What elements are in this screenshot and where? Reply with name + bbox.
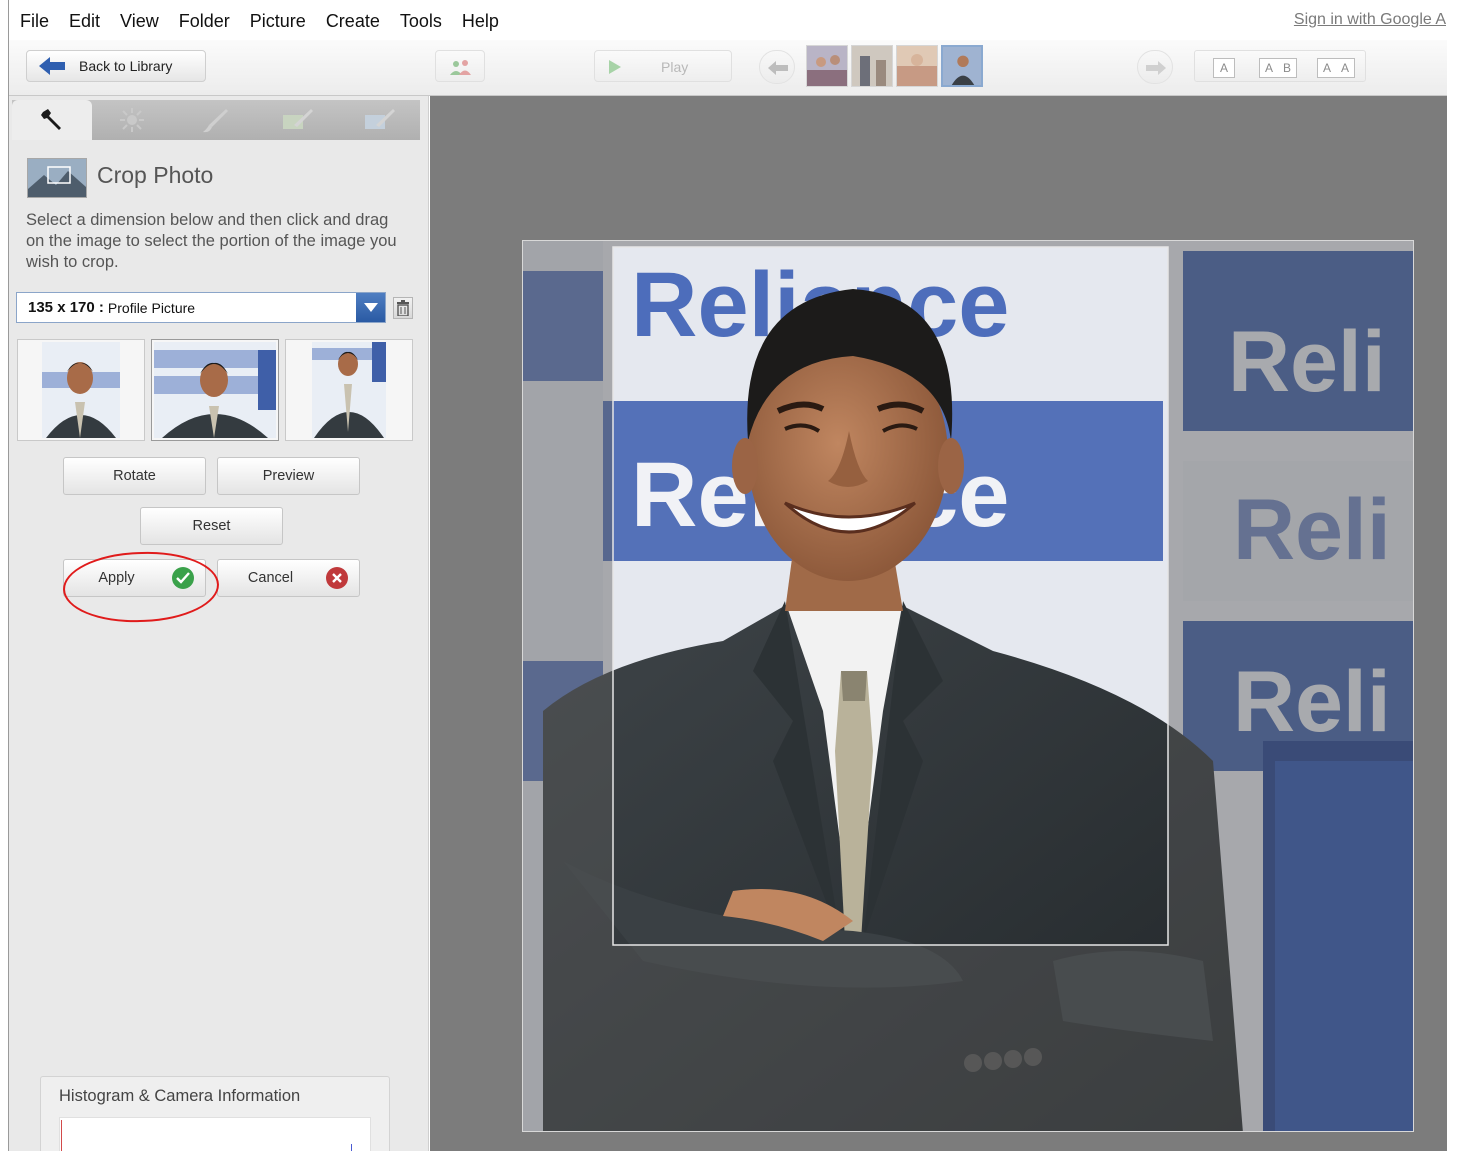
play-icon <box>609 60 621 74</box>
histogram-title: Histogram & Camera Information <box>59 1087 301 1105</box>
banner-text-4: Reli <box>1233 482 1391 578</box>
menu-edit[interactable]: Edit <box>69 10 100 32</box>
panel-title: Crop Photo <box>97 162 214 188</box>
histogram-blue-line <box>351 1144 352 1151</box>
compare-aa-button[interactable]: AA <box>1317 58 1355 78</box>
edit-tabs <box>12 100 420 140</box>
dimension-value: 135 x 170 : <box>28 299 104 316</box>
filmstrip-thumb-3[interactable] <box>896 45 938 87</box>
compare-a1-label: A <box>1322 61 1331 75</box>
photo-canvas: Reliance Reliance Reli Reli Reli <box>430 96 1447 1151</box>
menu-picture[interactable]: Picture <box>250 10 306 32</box>
people-tag-button[interactable] <box>435 50 485 82</box>
menu-view[interactable]: View <box>120 10 159 32</box>
histogram-panel: Histogram & Camera Information <box>40 1076 390 1151</box>
filmstrip-thumb-4-selected[interactable] <box>941 45 983 87</box>
trash-icon <box>397 300 409 316</box>
sun-icon <box>120 108 144 132</box>
menu-items: File Edit View Folder Picture Create Too… <box>20 10 519 32</box>
toolbar: Back to Library Play A AB A A <box>9 40 1447 96</box>
single-view-label: A <box>1219 61 1228 75</box>
menu-help[interactable]: Help <box>462 10 499 32</box>
menu-bar: File Edit View Folder Picture Create Too… <box>0 0 1460 40</box>
menu-folder[interactable]: Folder <box>179 10 230 32</box>
back-to-library-button[interactable]: Back to Library <box>26 50 206 82</box>
previous-photo-button[interactable] <box>759 50 795 84</box>
single-view-button[interactable]: A <box>1213 58 1235 78</box>
tab-effects-3[interactable] <box>340 100 420 140</box>
previous-arrow-icon <box>768 61 788 75</box>
reset-button[interactable]: Reset <box>140 507 283 545</box>
crop-instructions: Select a dimension below and then click … <box>26 211 397 271</box>
compare-ab-button[interactable]: AB <box>1259 58 1297 78</box>
next-arrow-icon <box>1146 61 1166 75</box>
play-slideshow-button[interactable]: Play <box>594 50 732 82</box>
portrait-photo: Reliance Reliance Reli Reli Reli <box>523 241 1413 1131</box>
crop-preset-3[interactable] <box>285 339 413 441</box>
compare-a2-label: A <box>1340 61 1349 75</box>
brush-icon <box>203 109 228 133</box>
menu-tools[interactable]: Tools <box>400 10 442 32</box>
next-photo-button[interactable] <box>1137 50 1173 84</box>
cancel-button[interactable]: Cancel <box>217 559 360 597</box>
crop-preset-1[interactable] <box>17 339 145 441</box>
sign-in-link[interactable]: Sign in with Google A <box>1294 11 1446 29</box>
thumbnail-image <box>897 46 937 86</box>
compare-mode-group: A AB AA <box>1194 50 1366 82</box>
banner-text-5: Reli <box>1233 654 1391 750</box>
portrait-thumbnail <box>42 342 120 438</box>
filmstrip-thumb-1[interactable] <box>806 45 848 87</box>
rotate-label: Rotate <box>113 468 156 484</box>
brush2-icon <box>283 109 313 129</box>
tab-tuning[interactable] <box>92 100 172 140</box>
menu-create[interactable]: Create <box>326 10 380 32</box>
preview-button[interactable]: Preview <box>217 457 360 495</box>
back-arrow-icon <box>39 57 65 75</box>
compare-b-label: B <box>1282 61 1291 75</box>
thumbnail-image <box>807 46 847 86</box>
tab-effects-2[interactable] <box>258 100 338 140</box>
histogram-red-line <box>61 1120 62 1151</box>
brush3-icon <box>365 109 395 129</box>
portrait-thumbnail <box>312 342 386 438</box>
dimension-select[interactable]: 135 x 170 : Profile Picture <box>16 292 386 323</box>
crop-preset-thumbnail <box>312 342 386 438</box>
edit-panel: Crop Photo Select a dimension below and … <box>9 96 429 1151</box>
photo-being-cropped[interactable]: Reliance Reliance Reli Reli Reli <box>522 240 1414 1132</box>
banner-text-3: Reli <box>1228 314 1386 410</box>
close-icon <box>326 567 348 589</box>
play-label: Play <box>661 59 689 75</box>
back-to-library-label: Back to Library <box>79 58 173 74</box>
tab-effects[interactable] <box>175 100 255 140</box>
menu-file[interactable]: File <box>20 10 49 32</box>
thumbnail-image <box>943 47 981 85</box>
crop-preset-thumbnail <box>42 342 120 438</box>
people-icon <box>450 60 471 75</box>
dimension-name: Profile Picture <box>107 299 196 316</box>
tab-basic-fixes[interactable] <box>12 100 92 140</box>
rotate-button[interactable]: Rotate <box>63 457 206 495</box>
compare-a-label: A <box>1264 61 1273 75</box>
cancel-label: Cancel <box>247 570 294 586</box>
thumbnail-image <box>852 46 892 86</box>
histogram-chart <box>59 1117 371 1151</box>
crop-photo-icon <box>27 158 87 198</box>
reset-label: Reset <box>192 518 231 534</box>
dropdown-arrow-icon[interactable] <box>356 293 385 322</box>
landscape-thumbnail <box>28 159 86 197</box>
portrait-thumbnail <box>154 342 276 438</box>
crop-preset-2-selected[interactable] <box>151 339 279 441</box>
delete-dimension-button[interactable] <box>393 297 413 319</box>
crop-preset-thumbnail <box>154 342 276 438</box>
preview-label: Preview <box>262 468 315 484</box>
filmstrip-thumb-2[interactable] <box>851 45 893 87</box>
wrench-icon <box>41 109 61 130</box>
